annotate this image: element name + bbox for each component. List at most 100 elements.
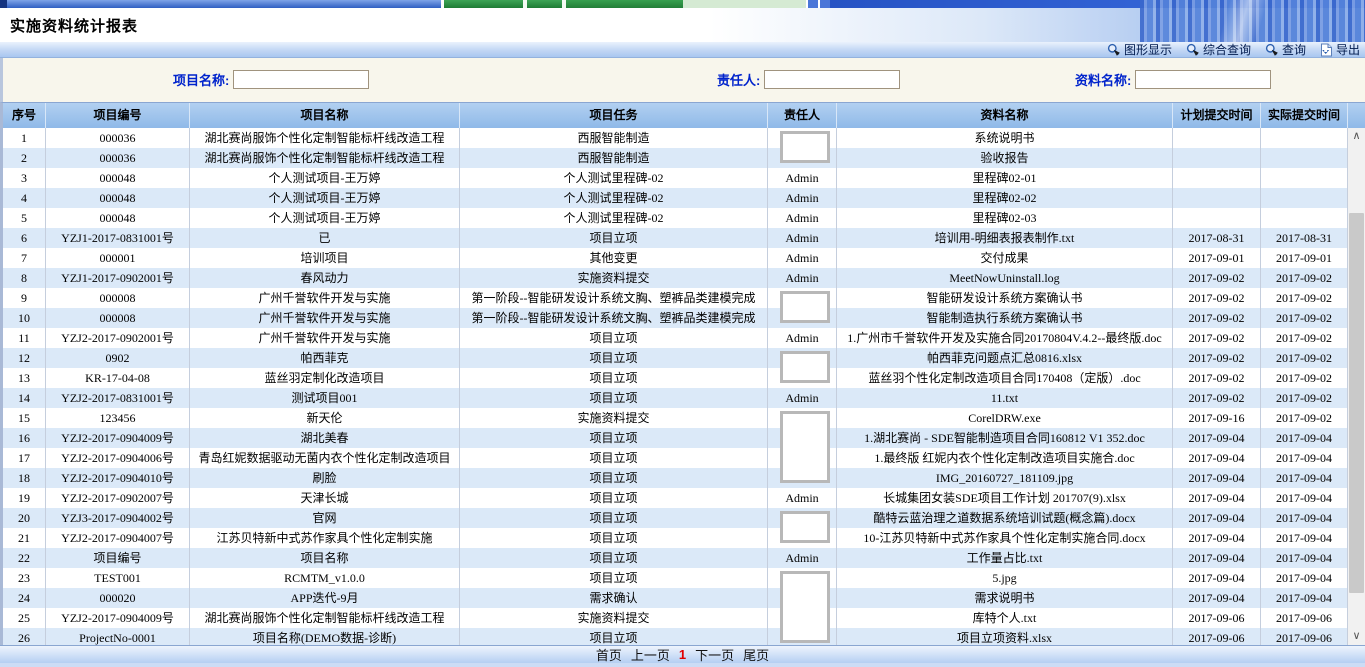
table-row[interactable]: 18YZJ2-2017-0904010号刷脸项目立项IMG_20160727_1… xyxy=(3,468,1351,488)
table-row[interactable]: 5000048个人测试项目-王万婷个人测试里程碑-02Admin里程碑02-03 xyxy=(3,208,1351,228)
table-row[interactable]: 13KR-17-04-08蓝丝羽定制化改造项目项目立项蓝丝羽个性化定制改造项目合… xyxy=(3,368,1351,388)
table-cell: 2017-09-06 xyxy=(1173,628,1261,645)
pager-prev[interactable]: 上一页 xyxy=(631,645,670,664)
owner-photo-box[interactable] xyxy=(780,291,830,323)
table-row[interactable]: 2000036湖北赛尚服饰个性化定制智能标杆线改造工程西服智能制造验收报告 xyxy=(3,148,1351,168)
project-name-input[interactable] xyxy=(233,70,369,89)
table-cell: 1.广州市千誉软件开发及实施合同20170804V.4.2--最终版.doc xyxy=(837,328,1173,348)
table-cell: Admin xyxy=(768,488,837,508)
header-cell-project-name: 项目名称 xyxy=(190,103,460,128)
table-cell: 项目立项 xyxy=(460,508,768,528)
table-row[interactable]: 22项目编号项目名称项目立项Admin工作量占比.txt2017-09-0420… xyxy=(3,548,1351,568)
table-cell: 19 xyxy=(3,488,46,508)
strip-segment-green xyxy=(527,0,562,8)
table-row[interactable]: 21YZJ2-2017-0904007号江苏贝特新中式苏作家具个性化定制实施项目… xyxy=(3,528,1351,548)
table-row[interactable]: 11YZJ2-2017-0902001号广州千誉软件开发与实施项目立项Admin… xyxy=(3,328,1351,348)
table-cell: 刷脸 xyxy=(190,468,460,488)
table-row[interactable]: 17YZJ2-2017-0904006号青岛红妮数据驱动无菌内衣个性化定制改造项… xyxy=(3,448,1351,468)
table-cell: 2017-09-04 xyxy=(1261,468,1348,488)
table-cell: Admin xyxy=(768,228,837,248)
table-cell: 项目立项 xyxy=(460,328,768,348)
tool-query[interactable]: 查询 xyxy=(1265,43,1306,57)
app-banner: 实施资料统计报表 xyxy=(0,8,1365,42)
pager-next[interactable]: 下一页 xyxy=(695,645,734,664)
table-row[interactable]: 26ProjectNo-0001项目名称(DEMO数据-诊断)项目立项项目立项资… xyxy=(3,628,1351,645)
table-cell: YZJ2-2017-0904007号 xyxy=(46,528,190,548)
table-row[interactable]: 3000048个人测试项目-王万婷个人测试里程碑-02Admin里程碑02-01 xyxy=(3,168,1351,188)
table-cell: 18 xyxy=(3,468,46,488)
table-cell: 000048 xyxy=(46,188,190,208)
table-row[interactable]: 19YZJ2-2017-0902007号天津长城项目立项Admin长城集团女装S… xyxy=(3,488,1351,508)
scroll-up-icon[interactable]: ∧ xyxy=(1348,128,1365,145)
pager-first[interactable]: 首页 xyxy=(596,645,622,664)
doc-name-input[interactable] xyxy=(1135,70,1271,89)
table-cell xyxy=(1173,148,1261,168)
page-title: 实施资料统计报表 xyxy=(10,15,138,36)
owner-photo-box[interactable] xyxy=(780,571,830,643)
table-row[interactable]: 8YZJ1-2017-0902001号春风动力实施资料提交AdminMeetNo… xyxy=(3,268,1351,288)
table-cell: 26 xyxy=(3,628,46,645)
owner-photo-box[interactable] xyxy=(780,131,830,163)
strip-segment-pale xyxy=(683,0,806,8)
table-cell: 广州千誉软件开发与实施 xyxy=(190,288,460,308)
table-row[interactable]: 6YZJ1-2017-0831001号已项目立项Admin培训用-明细表报表制作… xyxy=(3,228,1351,248)
table-row[interactable]: 23TEST001RCMTM_v1.0.0项目立项5.jpg2017-09-04… xyxy=(3,568,1351,588)
header-cell-project-no: 项目编号 xyxy=(46,103,190,128)
table-cell: Admin xyxy=(768,188,837,208)
table-row[interactable]: 120902帕西菲克项目立项帕西菲克问题点汇总0816.xlsx2017-09-… xyxy=(3,348,1351,368)
table-cell: 2017-09-02 xyxy=(1173,288,1261,308)
table-cell: 湖北赛尚服饰个性化定制智能标杆线改造工程 xyxy=(190,128,460,148)
owner-photo-box[interactable] xyxy=(780,351,830,383)
table-cell: 官网 xyxy=(190,508,460,528)
table-cell: 2017-08-31 xyxy=(1173,228,1261,248)
table-cell: 2017-09-02 xyxy=(1173,328,1261,348)
tool-advanced-query[interactable]: 综合查询 xyxy=(1186,43,1251,57)
vertical-scrollbar[interactable]: ∧ ∨ xyxy=(1348,128,1365,645)
table-row[interactable]: 1000036湖北赛尚服饰个性化定制智能标杆线改造工程西服智能制造系统说明书 xyxy=(3,128,1351,148)
table-cell: 1 xyxy=(3,128,46,148)
table-cell: 2017-09-02 xyxy=(1173,348,1261,368)
tool-graph-display[interactable]: 图形显示 xyxy=(1107,43,1172,57)
table-row[interactable]: 9000008广州千誉软件开发与实施第一阶段--智能研发设计系统文胸、塑裤品类建… xyxy=(3,288,1351,308)
owner-input[interactable] xyxy=(764,70,900,89)
table-cell: 16 xyxy=(3,428,46,448)
table-cell: 广州千誉软件开发与实施 xyxy=(190,328,460,348)
pager-current: 1 xyxy=(679,647,686,662)
table-cell: 8 xyxy=(3,268,46,288)
table-cell: 23 xyxy=(3,568,46,588)
table-cell: 其他变更 xyxy=(460,248,768,268)
table-row[interactable]: 24000020APP迭代-9月需求确认需求说明书2017-09-042017-… xyxy=(3,588,1351,608)
table-cell: 7 xyxy=(3,248,46,268)
table-cell: 2 xyxy=(3,148,46,168)
owner-photo-box[interactable] xyxy=(780,511,830,543)
scroll-thumb[interactable] xyxy=(1349,213,1364,593)
pager: 首页 上一页 1 下一页 尾页 xyxy=(0,645,1365,663)
table-row[interactable]: 16YZJ2-2017-0904009号湖北美春项目立项1.湖北赛尚 - SDE… xyxy=(3,428,1351,448)
table-cell: 2017-09-01 xyxy=(1261,248,1348,268)
strip-segment-green xyxy=(444,0,523,8)
tool-export[interactable]: 导出 xyxy=(1320,43,1360,57)
strip-segment-green xyxy=(566,0,683,8)
table-cell: 12 xyxy=(3,348,46,368)
table-row[interactable]: 15123456新天伦实施资料提交CorelDRW.exe2017-09-162… xyxy=(3,408,1351,428)
tool-label: 查询 xyxy=(1282,43,1306,57)
owner-photo-box[interactable] xyxy=(780,411,830,483)
pager-last[interactable]: 尾页 xyxy=(743,645,769,664)
table-cell: Admin xyxy=(768,388,837,408)
table-cell: 24 xyxy=(3,588,46,608)
table-row[interactable]: 20YZJ3-2017-0904002号官网项目立项酷特云蓝治理之道数据系统培训… xyxy=(3,508,1351,528)
table-row[interactable]: 14YZJ2-2017-0831001号测试项目001项目立项Admin11.t… xyxy=(3,388,1351,408)
table-row[interactable]: 10000008广州千誉软件开发与实施第一阶段--智能研发设计系统文胸、塑裤品类… xyxy=(3,308,1351,328)
table-cell: 帕西菲克 xyxy=(190,348,460,368)
table-cell: 实施资料提交 xyxy=(460,268,768,288)
table-cell: 第一阶段--智能研发设计系统文胸、塑裤品类建模完成 xyxy=(460,288,768,308)
search-group-doc-name: 资料名称: xyxy=(1075,70,1271,89)
table-row[interactable]: 4000048个人测试项目-王万婷个人测试里程碑-02Admin里程碑02-02 xyxy=(3,188,1351,208)
search-panel: 项目名称: 责任人: 资料名称: xyxy=(0,58,1365,102)
table-cell: 1.最终版 红妮内衣个性化定制改造项目实施合.doc xyxy=(837,448,1173,468)
table-cell: 2017-09-02 xyxy=(1173,308,1261,328)
table-cell: YZJ2-2017-0904009号 xyxy=(46,428,190,448)
table-row[interactable]: 25YZJ2-2017-0904009号湖北赛尚服饰个性化定制智能标杆线改造工程… xyxy=(3,608,1351,628)
scroll-down-icon[interactable]: ∨ xyxy=(1348,628,1365,645)
table-row[interactable]: 7000001培训项目其他变更Admin交付成果2017-09-012017-0… xyxy=(3,248,1351,268)
